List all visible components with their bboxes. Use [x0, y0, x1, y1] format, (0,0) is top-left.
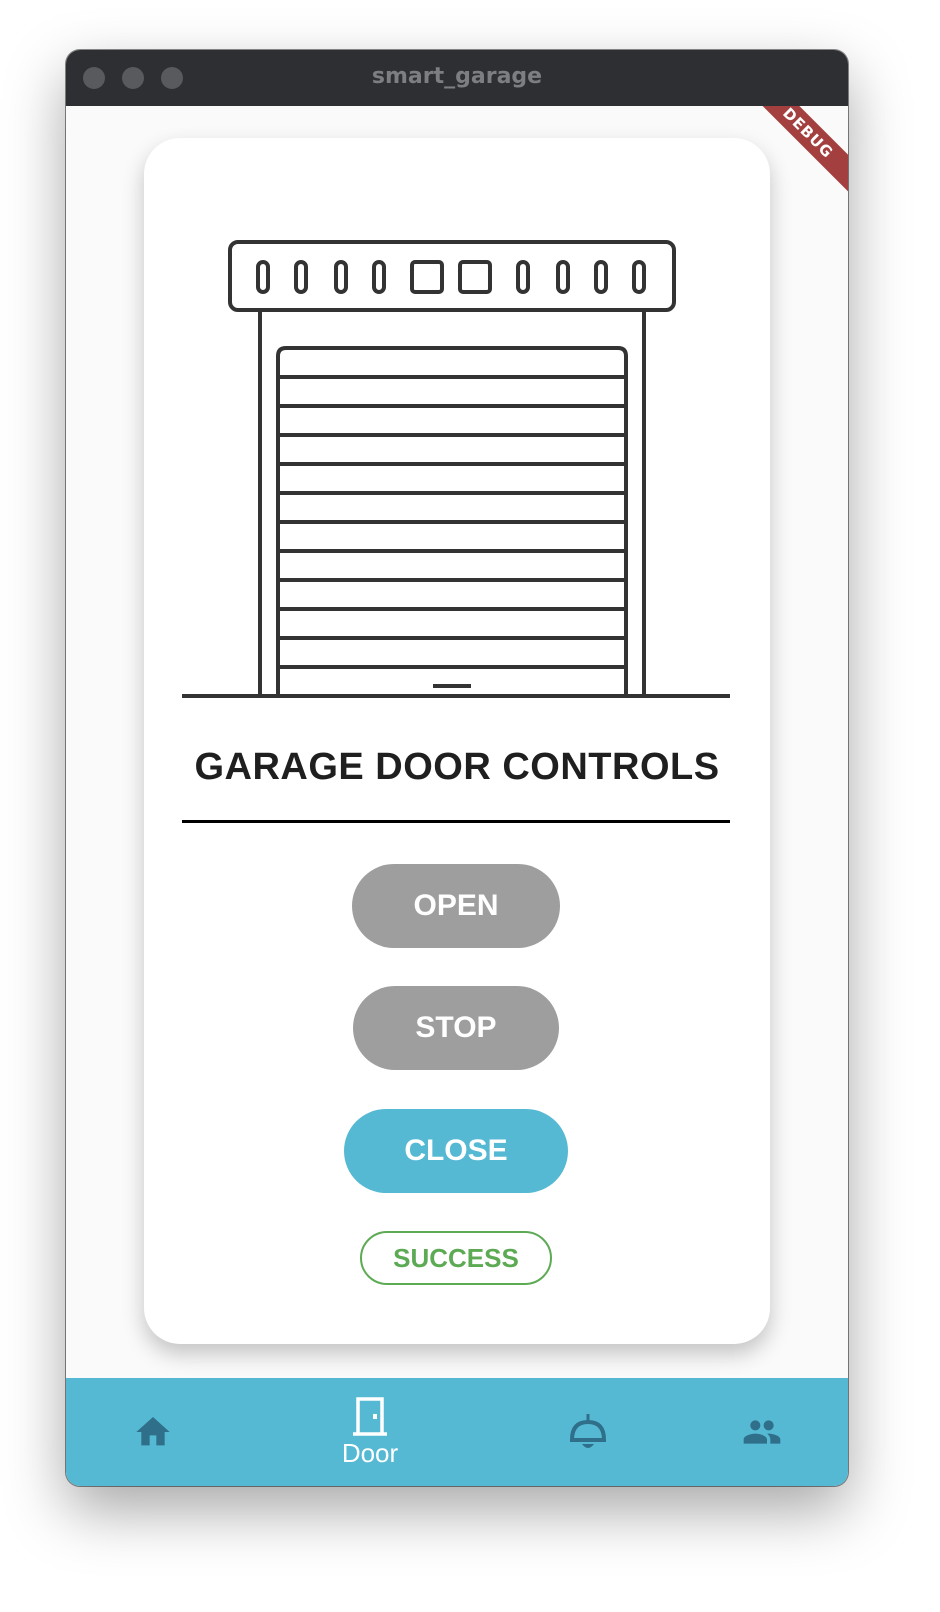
open-button[interactable]: OPEN [352, 864, 560, 948]
bottom-navigation-bar: Door [66, 1378, 848, 1486]
status-badge: SUCCESS [360, 1231, 552, 1285]
nav-item-bell[interactable] [566, 1378, 610, 1486]
title-divider [182, 820, 730, 823]
nav-item-label: Door [341, 1437, 399, 1468]
nav-item-door[interactable]: Door [324, 1378, 416, 1486]
main-content: GARAGE DOOR CONTROLS OPEN STOP CLOSE SUC… [66, 106, 848, 1378]
app-window: smart_garage GARAGE DOOR CONTROLS OPEN S… [66, 50, 848, 1486]
garage-door-illustration [182, 240, 730, 698]
window-title: smart_garage [371, 64, 543, 89]
bell-icon [569, 1414, 607, 1448]
close-button[interactable]: CLOSE [344, 1109, 568, 1193]
nav-item-people[interactable] [734, 1378, 790, 1486]
card-title: GARAGE DOOR CONTROLS [194, 746, 720, 788]
home-icon [136, 1417, 170, 1446]
door-icon [353, 1396, 387, 1436]
people-icon [743, 1420, 781, 1444]
titlebar: smart_garage [66, 50, 848, 106]
garage-control-card: GARAGE DOOR CONTROLS OPEN STOP CLOSE SUC… [144, 138, 770, 1344]
nav-item-home[interactable] [112, 1378, 194, 1486]
stop-button[interactable]: STOP [353, 986, 559, 1070]
